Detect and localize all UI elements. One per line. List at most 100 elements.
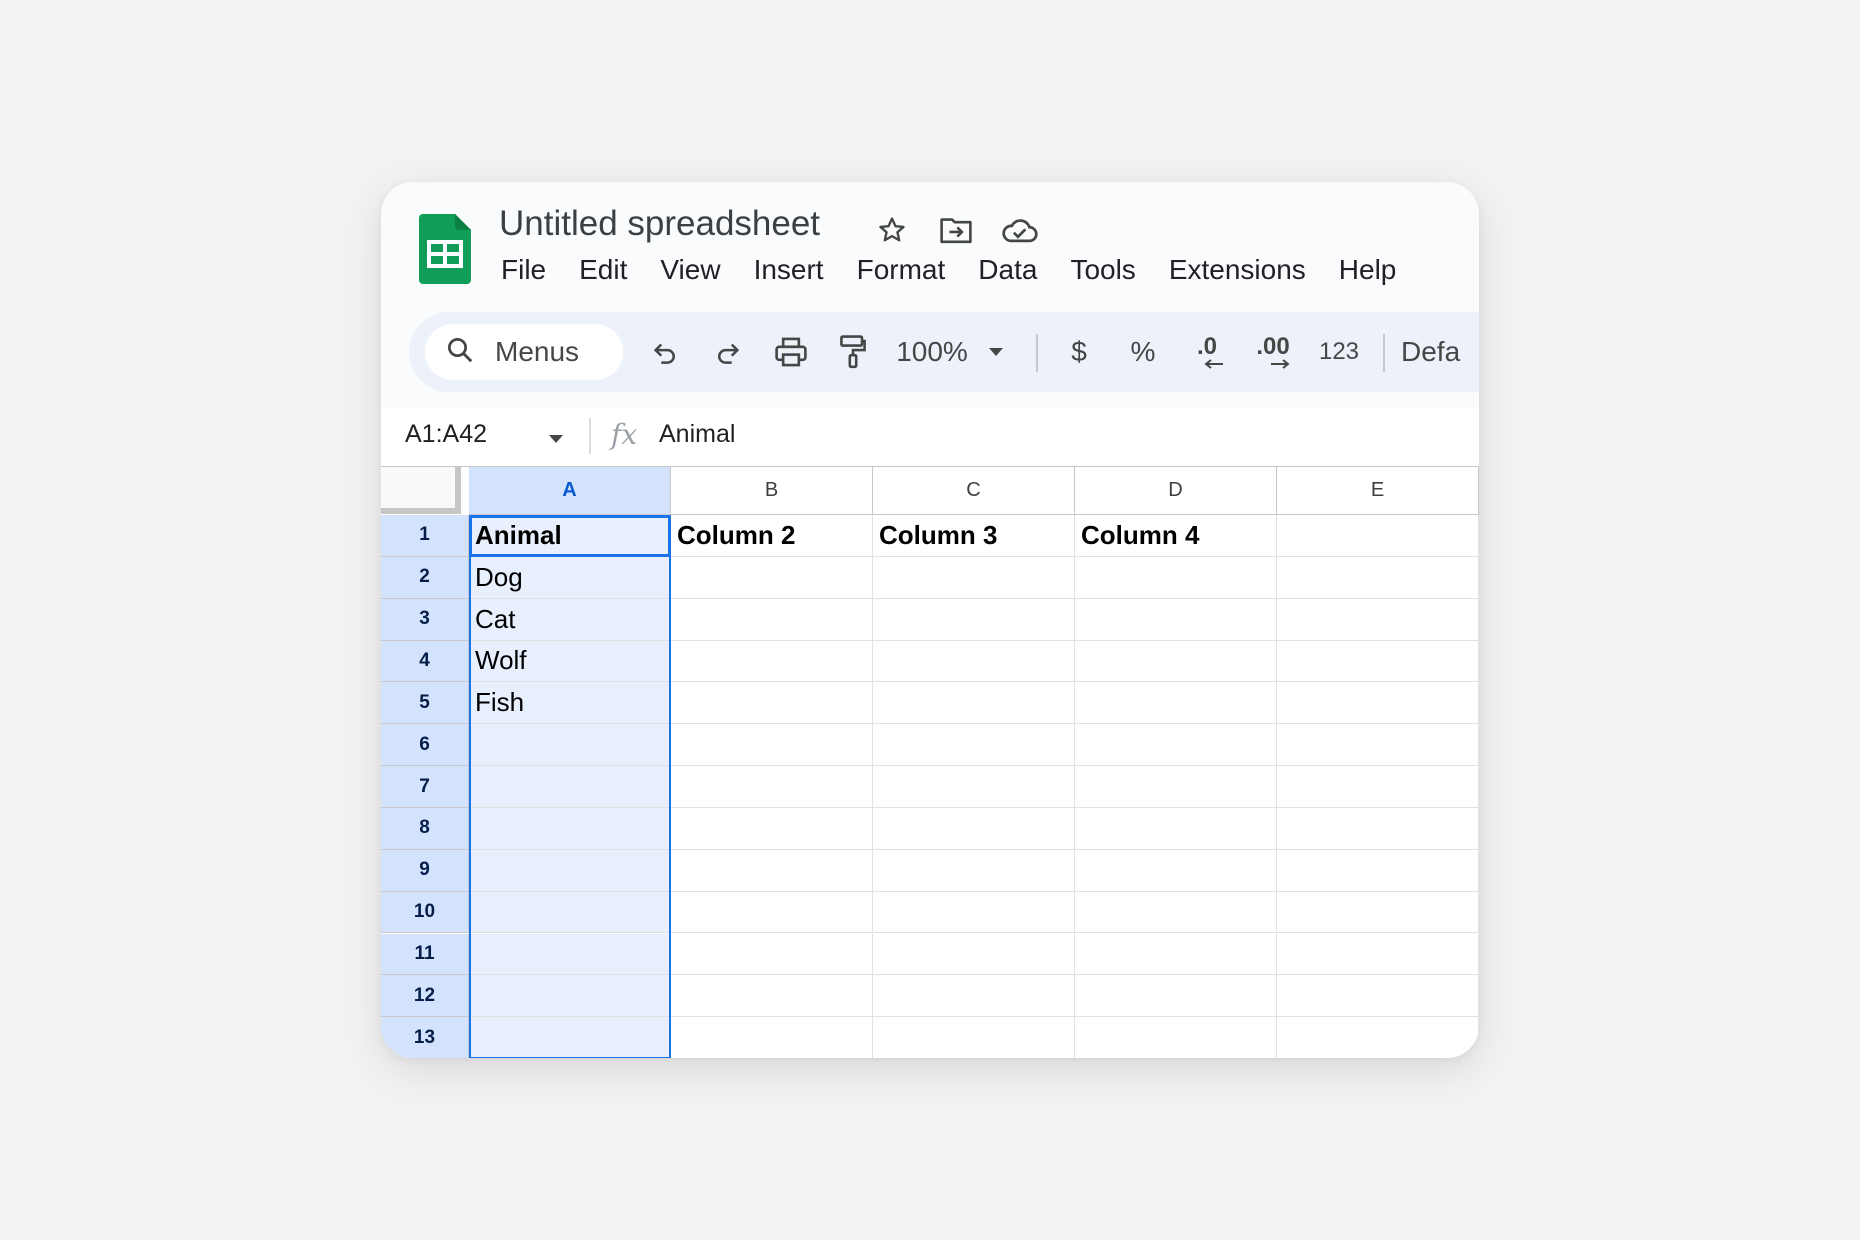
cell-c6[interactable]: [873, 724, 1075, 767]
select-all-corner[interactable]: [381, 467, 461, 514]
cell-b6[interactable]: [671, 724, 873, 767]
decrease-decimal-button[interactable]: .0: [1179, 332, 1235, 372]
cell-d11[interactable]: [1075, 933, 1277, 976]
sheets-logo-icon[interactable]: [419, 214, 471, 284]
cell-d9[interactable]: [1075, 849, 1277, 892]
cell-e7[interactable]: [1277, 766, 1479, 808]
name-box[interactable]: A1:A42: [405, 420, 487, 449]
cell-a13[interactable]: [469, 1017, 671, 1058]
cell-a1[interactable]: Animal: [469, 515, 671, 557]
menu-help[interactable]: Help: [1339, 254, 1411, 286]
cell-a7[interactable]: [469, 766, 671, 808]
redo-icon[interactable]: [708, 332, 748, 372]
cell-e12[interactable]: [1277, 975, 1479, 1018]
menu-data[interactable]: Data: [978, 254, 1051, 286]
cell-a10[interactable]: [469, 891, 671, 934]
cell-b7[interactable]: [671, 766, 873, 808]
column-header-e[interactable]: E: [1277, 467, 1479, 515]
cell-c8[interactable]: [873, 807, 1075, 850]
row-header-9[interactable]: 9: [381, 849, 469, 892]
cell-b2[interactable]: [671, 556, 873, 599]
cell-b9[interactable]: [671, 849, 873, 892]
chevron-down-icon[interactable]: [981, 332, 1011, 372]
row-header-3[interactable]: 3: [381, 598, 469, 641]
cell-d3[interactable]: [1075, 598, 1277, 641]
row-header-7[interactable]: 7: [381, 766, 469, 808]
cell-e10[interactable]: [1277, 891, 1479, 934]
cell-d8[interactable]: [1075, 807, 1277, 850]
row-header-8[interactable]: 8: [381, 807, 469, 850]
cell-d1[interactable]: Column 4: [1075, 515, 1277, 557]
cell-e8[interactable]: [1277, 807, 1479, 850]
font-family-select[interactable]: Defa: [1393, 332, 1479, 372]
cell-e6[interactable]: [1277, 724, 1479, 767]
cell-b12[interactable]: [671, 975, 873, 1018]
cell-d6[interactable]: [1075, 724, 1277, 767]
star-icon[interactable]: [870, 208, 914, 252]
zoom-select[interactable]: 100%: [882, 332, 982, 372]
cell-d2[interactable]: [1075, 556, 1277, 599]
menu-extensions[interactable]: Extensions: [1169, 254, 1320, 286]
row-header-13[interactable]: 13: [381, 1017, 469, 1058]
cell-c7[interactable]: [873, 766, 1075, 808]
increase-decimal-button[interactable]: .00: [1243, 332, 1303, 372]
row-header-6[interactable]: 6: [381, 724, 469, 767]
menu-edit[interactable]: Edit: [579, 254, 641, 286]
cell-a9[interactable]: [469, 849, 671, 892]
cell-d10[interactable]: [1075, 891, 1277, 934]
menu-insert[interactable]: Insert: [754, 254, 838, 286]
row-header-12[interactable]: 12: [381, 975, 469, 1018]
row-header-10[interactable]: 10: [381, 891, 469, 934]
cell-a11[interactable]: [469, 933, 671, 976]
cell-d5[interactable]: [1075, 682, 1277, 725]
menu-format[interactable]: Format: [857, 254, 960, 286]
cell-c11[interactable]: [873, 933, 1075, 976]
cell-b13[interactable]: [671, 1017, 873, 1058]
cell-e13[interactable]: [1277, 1017, 1479, 1058]
cell-c12[interactable]: [873, 975, 1075, 1018]
cell-a3[interactable]: Cat: [469, 598, 671, 641]
cell-d12[interactable]: [1075, 975, 1277, 1018]
row-header-1[interactable]: 1: [381, 515, 469, 557]
cell-b4[interactable]: [671, 640, 873, 683]
move-folder-icon[interactable]: [934, 208, 978, 252]
cell-b8[interactable]: [671, 807, 873, 850]
cell-e3[interactable]: [1277, 598, 1479, 641]
cell-a2[interactable]: Dog: [469, 556, 671, 599]
currency-format-button[interactable]: $: [1059, 332, 1099, 372]
row-header-11[interactable]: 11: [381, 933, 469, 976]
cell-b5[interactable]: [671, 682, 873, 725]
cell-c1[interactable]: Column 3: [873, 515, 1075, 557]
cell-e9[interactable]: [1277, 849, 1479, 892]
row-header-2[interactable]: 2: [381, 556, 469, 599]
cell-e1[interactable]: [1277, 515, 1479, 557]
cell-c13[interactable]: [873, 1017, 1075, 1058]
cell-b10[interactable]: [671, 891, 873, 934]
cell-b11[interactable]: [671, 933, 873, 976]
cell-e2[interactable]: [1277, 556, 1479, 599]
cell-e5[interactable]: [1277, 682, 1479, 725]
cell-c5[interactable]: [873, 682, 1075, 725]
cell-a8[interactable]: [469, 807, 671, 850]
cell-c3[interactable]: [873, 598, 1075, 641]
cell-a4[interactable]: Wolf: [469, 640, 671, 683]
cell-c2[interactable]: [873, 556, 1075, 599]
cell-d7[interactable]: [1075, 766, 1277, 808]
undo-icon[interactable]: [645, 332, 685, 372]
paint-format-icon[interactable]: [833, 332, 873, 372]
cell-e4[interactable]: [1277, 640, 1479, 683]
percent-format-button[interactable]: %: [1121, 332, 1165, 372]
cell-c9[interactable]: [873, 849, 1075, 892]
menu-tools[interactable]: Tools: [1070, 254, 1149, 286]
number-format-button[interactable]: 123: [1309, 332, 1369, 372]
cloud-status-icon[interactable]: [998, 208, 1042, 252]
cell-c10[interactable]: [873, 891, 1075, 934]
column-header-d[interactable]: D: [1075, 467, 1277, 515]
formula-input[interactable]: Animal: [659, 420, 735, 449]
document-title[interactable]: Untitled spreadsheet: [499, 204, 820, 244]
column-header-c[interactable]: C: [873, 467, 1075, 515]
cell-d13[interactable]: [1075, 1017, 1277, 1058]
row-header-4[interactable]: 4: [381, 640, 469, 683]
cell-a12[interactable]: [469, 975, 671, 1018]
cell-d4[interactable]: [1075, 640, 1277, 683]
